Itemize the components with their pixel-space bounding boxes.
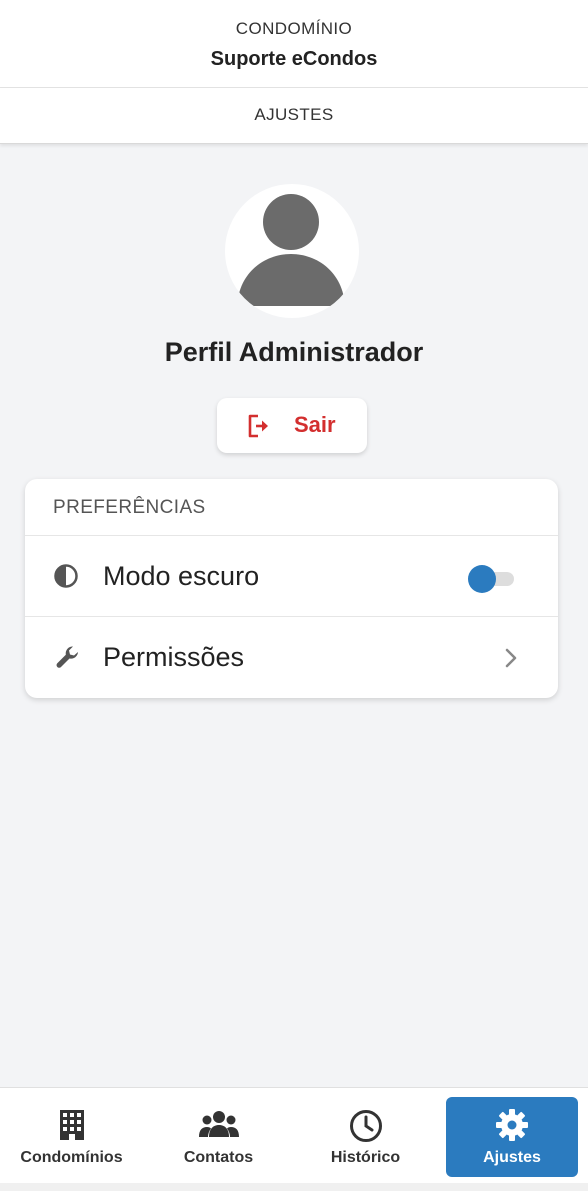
clock-icon — [349, 1109, 383, 1148]
preferences-header: PREFERÊNCIAS — [25, 479, 558, 536]
contrast-icon — [53, 563, 79, 594]
dark-mode-row[interactable]: Modo escuro — [25, 536, 558, 617]
nav-label: Contatos — [183, 1149, 254, 1166]
nav-label: Histórico — [330, 1149, 401, 1166]
condominium-name[interactable]: Suporte eCondos — [0, 48, 588, 71]
nav-condominios[interactable]: Condomínios — [0, 1088, 143, 1184]
person-icon — [237, 194, 345, 306]
nav-historico[interactable]: Histórico — [294, 1088, 437, 1184]
permissions-label: Permissões — [103, 642, 245, 672]
nav-label: Condomínios — [20, 1149, 123, 1166]
dark-mode-label: Modo escuro — [103, 561, 260, 591]
people-icon — [198, 1109, 240, 1144]
avatar — [225, 184, 359, 318]
toggle-thumb — [468, 565, 496, 593]
header-kicker: CONDOMÍNIO — [235, 19, 353, 38]
nav-contatos[interactable]: Contatos — [147, 1088, 290, 1184]
gear-icon — [495, 1108, 529, 1147]
chevron-right-icon — [503, 647, 519, 674]
building-icon — [59, 1109, 85, 1146]
bottom-strip — [0, 1183, 588, 1191]
nav-label: Ajustes — [483, 1149, 541, 1166]
wrench-icon — [53, 644, 81, 677]
preferences-title: PREFERÊNCIAS — [53, 497, 206, 518]
nav-ajustes[interactable]: Ajustes — [446, 1097, 578, 1177]
preferences-card: PREFERÊNCIAS Modo escuro Permissões — [25, 479, 558, 698]
app-header: CONDOMÍNIO Suporte eCondos — [0, 0, 588, 88]
section-header: AJUSTES — [0, 88, 588, 144]
dark-mode-toggle[interactable] — [468, 563, 516, 593]
logout-button[interactable]: Sair — [217, 398, 367, 453]
logout-icon — [245, 412, 273, 445]
bottom-nav: Condomínios Contatos Histórico Ajustes — [0, 1087, 588, 1183]
profile-name: Perfil Administrador — [164, 337, 424, 367]
permissions-row[interactable]: Permissões — [25, 617, 558, 698]
logout-label: Sair — [294, 412, 336, 437]
section-title: AJUSTES — [254, 105, 334, 124]
